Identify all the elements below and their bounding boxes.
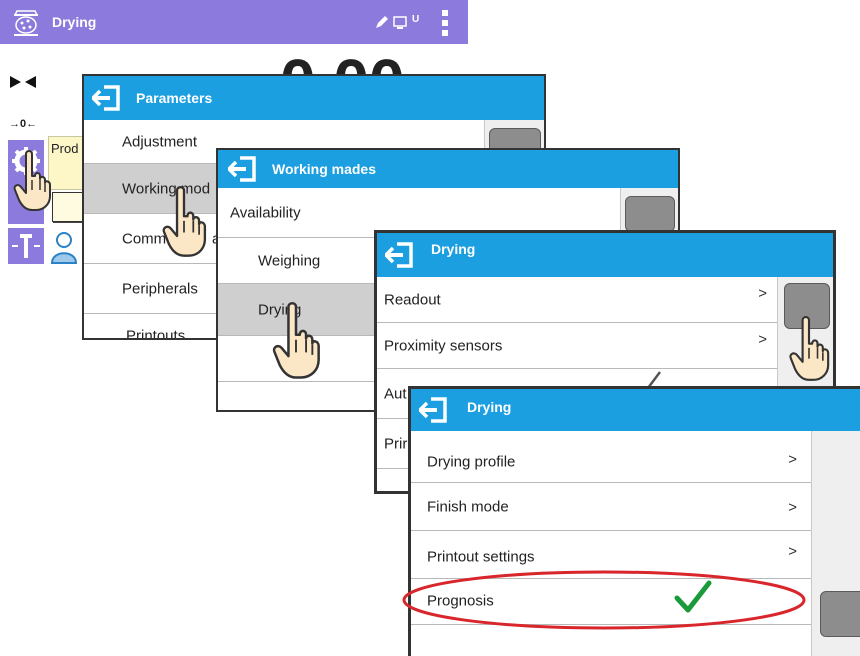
more-menu-icon[interactable]	[440, 8, 450, 38]
stability-icon	[10, 76, 36, 88]
scroll-up-button[interactable]	[625, 196, 675, 232]
back-exit-icon[interactable]	[92, 84, 122, 112]
menu-item-finish-mode[interactable]: Finish mode >	[411, 483, 811, 531]
tare-button[interactable]	[8, 228, 44, 264]
back-exit-icon[interactable]	[228, 155, 258, 183]
chevron-right-icon: >	[758, 285, 767, 303]
chevron-right-icon: >	[788, 499, 797, 517]
menu-item-proximity-sensors[interactable]: Proximity sensors >	[377, 323, 777, 369]
app-title: Drying	[52, 14, 97, 30]
drying-mode-icon[interactable]	[10, 6, 42, 38]
hand-pointer-icon	[272, 302, 320, 379]
working-modes-header: Working mades	[218, 150, 678, 188]
menu-item-readout[interactable]: Readout >	[377, 277, 777, 323]
scroll-down-button[interactable]	[820, 591, 860, 637]
hand-pointer-icon	[162, 186, 207, 257]
user-icon[interactable]	[50, 230, 78, 264]
hand-pointer-icon	[13, 150, 51, 211]
drying-submenu-header: Drying	[411, 389, 860, 431]
screen-icon	[393, 16, 407, 29]
unit-icon: U	[412, 14, 420, 25]
tare-icon	[12, 234, 40, 258]
drying-title: Drying	[431, 241, 476, 257]
chevron-right-icon: >	[788, 451, 797, 469]
chevron-right-icon: >	[758, 331, 767, 349]
pen-icon	[376, 16, 388, 28]
drying-submenu-title: Drying	[467, 399, 512, 415]
back-exit-icon[interactable]	[419, 396, 449, 424]
product-label: Prod	[51, 141, 79, 156]
working-modes-title: Working mades	[272, 161, 376, 177]
back-exit-icon[interactable]	[385, 241, 415, 269]
parameters-title: Parameters	[136, 90, 213, 106]
top-bar: Drying U	[0, 0, 468, 44]
menu-item-drying-profile[interactable]: Drying profile >	[411, 431, 811, 483]
parameters-header: Parameters	[84, 76, 544, 120]
scrollbar-track[interactable]	[811, 431, 860, 656]
highlight-ellipse	[402, 570, 806, 630]
chevron-right-icon: >	[788, 543, 797, 561]
drying-header: Drying	[377, 233, 833, 277]
zero-indicator: →0←	[9, 118, 38, 130]
hand-pointer-icon	[789, 316, 830, 381]
